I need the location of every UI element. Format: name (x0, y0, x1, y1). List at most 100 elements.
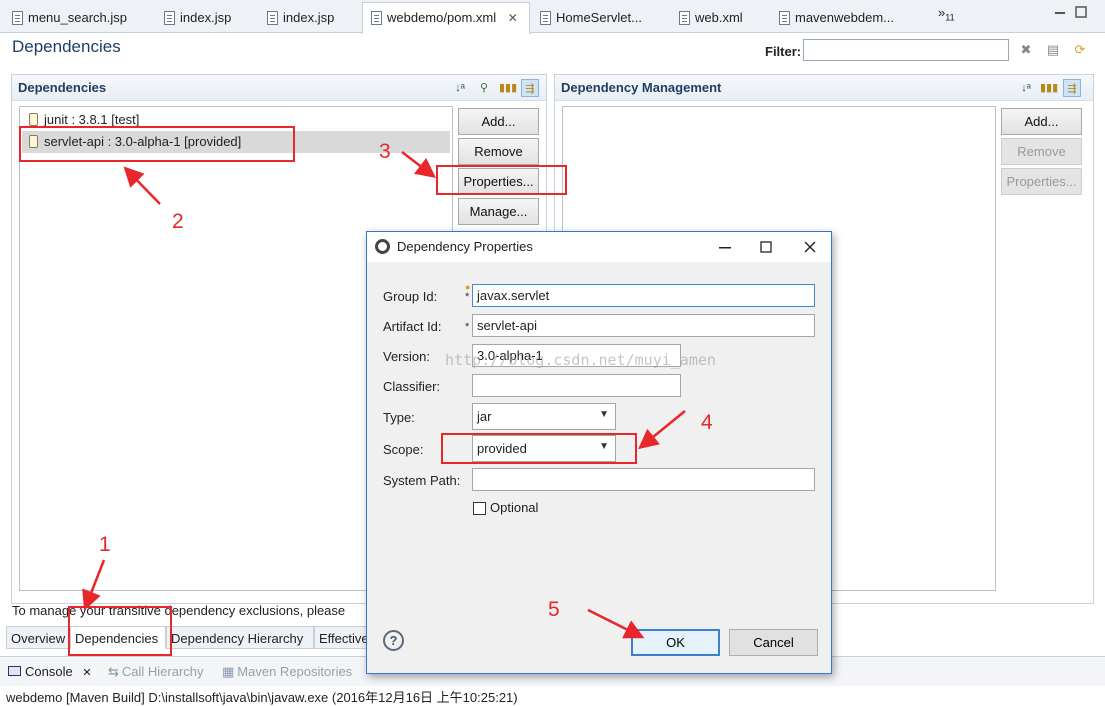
ok-button[interactable]: OK (631, 629, 720, 656)
chevron-down-icon: ▼ (599, 409, 609, 420)
section-title: Dependencies (18, 80, 107, 95)
filter-toggle-icon[interactable]: ⇶ (521, 79, 539, 97)
annotation-number: 2 (172, 210, 184, 233)
section-title: Dependency Management (561, 80, 722, 95)
managed-properties-button[interactable]: Properties... (1001, 168, 1082, 195)
optional-checkbox[interactable] (473, 502, 486, 515)
classifier-field[interactable] (472, 374, 681, 397)
managed-remove-button[interactable]: Remove (1001, 138, 1082, 165)
tab-dependency-hierarchy[interactable]: Dependency Hierarchy (166, 626, 314, 649)
call-hierarchy-icon: ⇆ (108, 664, 119, 679)
required-marker: * (465, 321, 470, 333)
overflow-count: 11 (945, 12, 955, 23)
tab-label: Console (25, 664, 73, 679)
dialog-title-bar: Dependency Properties (367, 232, 831, 262)
dependency-label: junit : 3.8.1 [test] (44, 112, 140, 127)
artifact-id-field[interactable]: servlet-api (472, 314, 815, 337)
editor-tab-pom-xml[interactable]: webdemo/pom.xml ✕ (362, 2, 530, 34)
info-lightbulb-icon: ● (465, 282, 471, 292)
tab-overflow-chevron-icon[interactable]: »11 (938, 5, 955, 23)
type-select[interactable]: jar ▼ (472, 403, 616, 430)
maven-file-icon (371, 11, 382, 25)
maximize-icon[interactable] (1075, 6, 1087, 18)
editor-tab[interactable]: index.jsp (259, 3, 359, 32)
show-pom-icon[interactable]: ▤ (1045, 42, 1061, 58)
editor-tab-label: index.jsp (283, 10, 335, 25)
minimize-icon[interactable] (719, 241, 731, 253)
annotation-highlight-dependency (19, 126, 295, 162)
sort-icon[interactable]: ↓ᵃ (451, 79, 469, 97)
system-path-field[interactable] (472, 468, 815, 491)
type-label: Type: (383, 410, 415, 425)
annotation-number: 3 (379, 140, 391, 163)
repository-icon: ▦ (222, 664, 235, 679)
managed-add-button[interactable]: Add... (1001, 108, 1082, 135)
show-groupid-icon[interactable]: ▮▮▮ (1040, 79, 1058, 97)
tab-effective-pom[interactable]: Effective (314, 626, 370, 649)
editor-tab-label: web.xml (695, 10, 743, 25)
show-groupid-icon[interactable]: ▮▮▮ (499, 79, 517, 97)
maven-file-icon (779, 11, 790, 25)
tab-console[interactable]: Console ✕ (8, 664, 92, 679)
jar-icon (29, 113, 38, 126)
jsp-file-icon (267, 11, 278, 25)
jsp-file-icon (164, 11, 175, 25)
close-icon[interactable] (804, 241, 816, 253)
editor-tab[interactable]: mavenwebdem... (771, 3, 921, 32)
editor-tab-label: index.jsp (180, 10, 232, 25)
dependency-manage-button[interactable]: Manage... (458, 198, 539, 225)
dialog-title: Dependency Properties (397, 239, 533, 254)
filter-toggle-icon[interactable]: ⇶ (1063, 79, 1081, 97)
dependency-management-header: Dependency Management ↓ᵃ ▮▮▮ ⇶ (555, 75, 1093, 101)
system-path-label: System Path: (383, 473, 461, 488)
tab-label: Call Hierarchy (121, 664, 204, 679)
editor-tab[interactable]: web.xml (671, 3, 771, 32)
jsp-file-icon (12, 11, 23, 25)
refresh-icon[interactable]: ⟳ (1072, 42, 1088, 58)
hierarchy-icon[interactable]: ⚲ (475, 79, 493, 97)
group-id-field[interactable]: javax.servlet (472, 284, 815, 307)
console-icon (8, 666, 21, 676)
help-icon[interactable]: ? (383, 630, 404, 651)
artifact-id-label: Artifact Id: (383, 319, 442, 334)
exclusions-info-text: To manage your transitive dependency exc… (12, 603, 346, 618)
editor-tab-label: webdemo/pom.xml (387, 10, 497, 25)
optional-label: Optional (490, 500, 539, 515)
editor-tab[interactable]: HomeServlet... (532, 3, 668, 32)
classifier-label: Classifier: (383, 379, 441, 394)
tab-call-hierarchy[interactable]: ⇆ Call Hierarchy (108, 664, 204, 680)
tab-label: Maven Repositories (237, 664, 353, 679)
filter-label: Filter: (765, 44, 802, 59)
close-icon[interactable]: ✕ (82, 667, 91, 679)
tab-maven-repositories[interactable]: ▦ Maven Repositories (222, 664, 352, 680)
minimize-icon[interactable] (1054, 6, 1066, 18)
scope-label: Scope: (383, 442, 424, 457)
dependency-remove-button[interactable]: Remove (458, 138, 539, 165)
group-id-label: Group Id: (383, 289, 438, 304)
filter-input[interactable] (803, 39, 1009, 61)
page-title: Dependencies (12, 37, 121, 56)
annotation-highlight-scope (441, 433, 637, 464)
version-label: Version: (383, 349, 430, 364)
xml-file-icon (679, 11, 690, 25)
clear-filter-icon[interactable]: ✖ (1018, 42, 1034, 58)
editor-tab-label: menu_search.jsp (28, 10, 127, 25)
editor-tab[interactable]: index.jsp (156, 3, 256, 32)
close-icon[interactable]: ✕ (508, 11, 518, 25)
editor-tab[interactable]: menu_search.jsp (4, 3, 154, 32)
dependencies-section-header: Dependencies ↓ᵃ ⚲ ▮▮▮ ⇶ (12, 75, 546, 101)
gear-icon (375, 239, 390, 254)
annotation-number: 1 (99, 533, 111, 556)
annotation-number: 4 (701, 411, 713, 434)
dependency-add-button[interactable]: Add... (458, 108, 539, 135)
editor-tab-bar: menu_search.jsp index.jsp index.jsp webd… (0, 0, 1105, 34)
cancel-button[interactable]: Cancel (729, 629, 818, 656)
sort-icon[interactable]: ↓ᵃ (1017, 79, 1035, 97)
editor-tab-label: HomeServlet... (556, 10, 642, 25)
watermark-text: http://blog.csdn.net/muyi_amen (445, 351, 716, 369)
annotation-highlight-properties (436, 165, 567, 195)
annotation-number: 5 (548, 598, 560, 621)
java-file-icon (540, 11, 551, 25)
maximize-icon[interactable] (760, 241, 772, 253)
tab-overview[interactable]: Overview (6, 626, 70, 649)
